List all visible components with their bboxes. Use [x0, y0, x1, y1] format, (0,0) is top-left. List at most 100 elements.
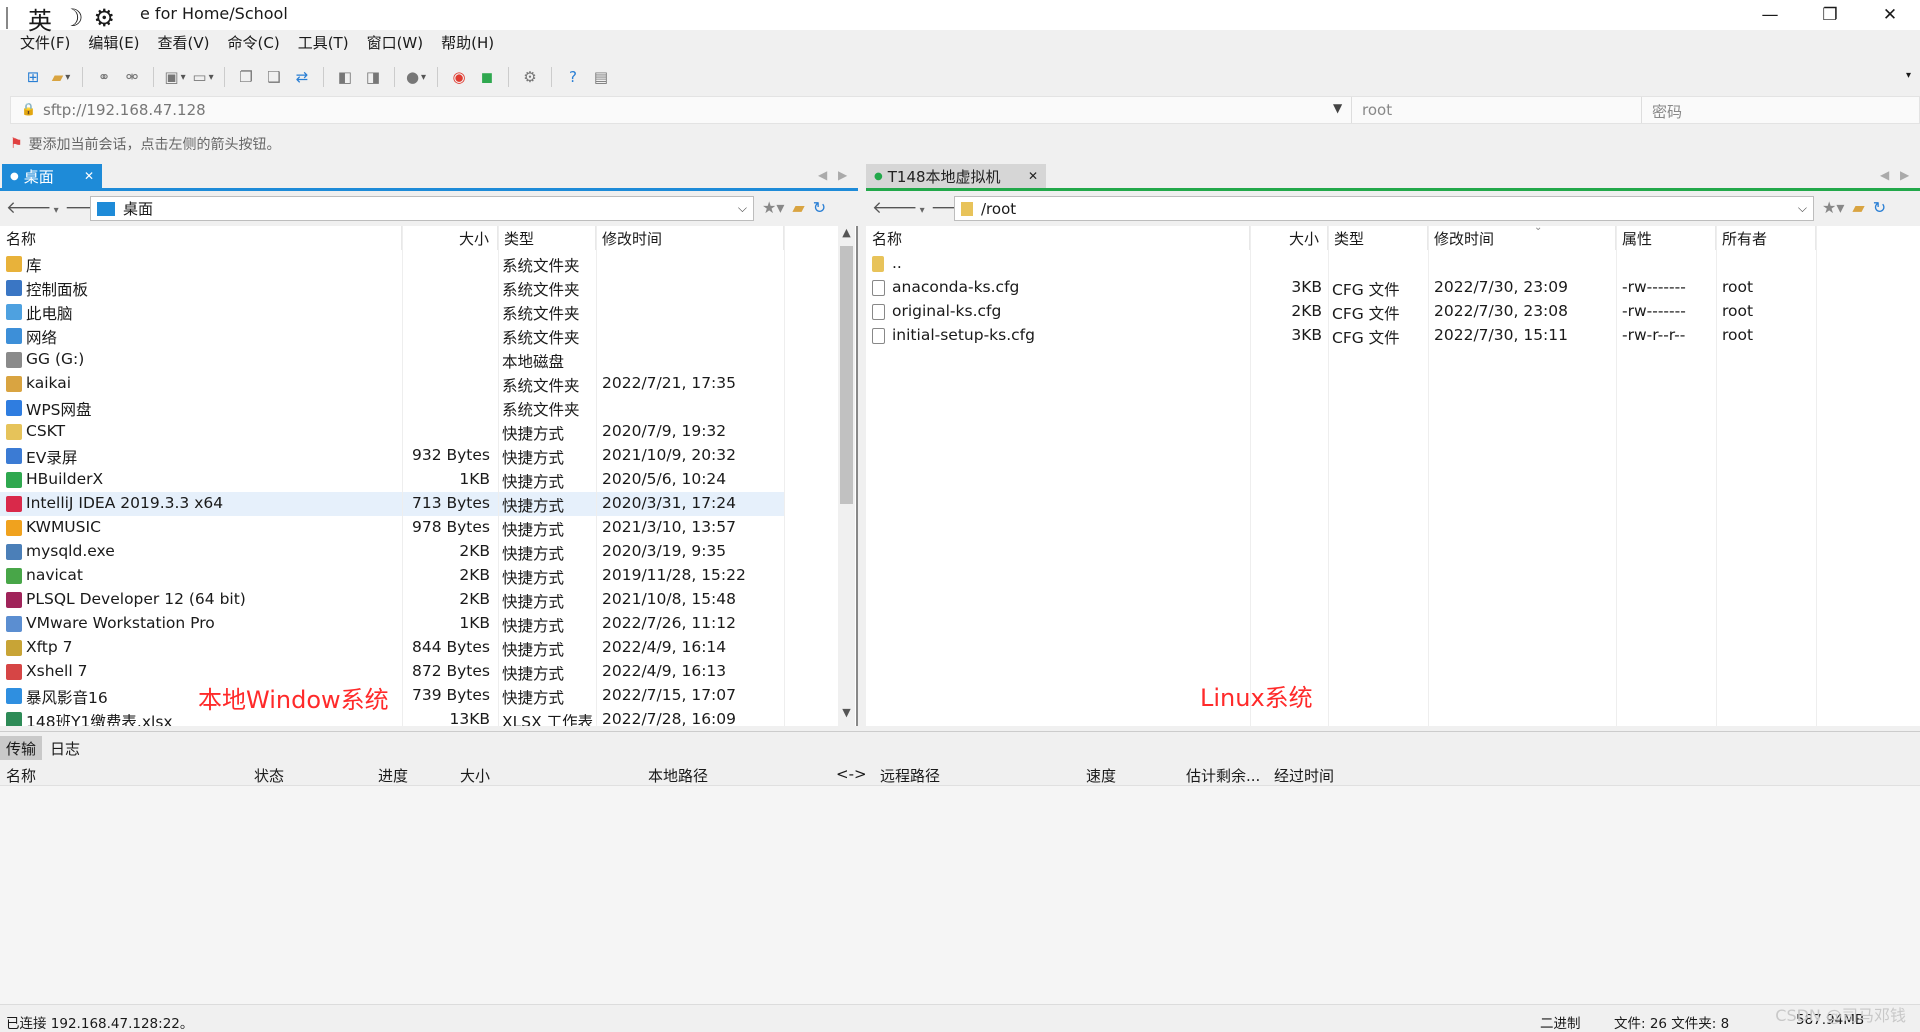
new-folder-icon[interactable]: ▰: [792, 198, 804, 217]
host-input[interactable]: sftp://192.168.47.128: [43, 101, 206, 119]
table-row[interactable]: original-ks.cfg 2KB CFG 文件 2022/7/30, 23:08…: [866, 300, 1816, 324]
table-row[interactable]: kaikai 系统文件夹 2022/7/21, 17:35: [0, 372, 784, 396]
table-row[interactable]: HBuilderX 1KB 快捷方式 2020/5/6, 10:24: [0, 468, 784, 492]
tab-log[interactable]: 日志: [44, 736, 86, 760]
back-icon[interactable]: 🡐 ▾: [872, 198, 925, 218]
transfer-mode[interactable]: 二进制: [1540, 1012, 1581, 1032]
col-t-remaining[interactable]: 估计剩余...: [1186, 765, 1260, 786]
tab-remote-vm[interactable]: ● T148本地虚拟机 ✕: [866, 164, 1046, 188]
col-attr[interactable]: 属性: [1616, 226, 1716, 250]
table-row[interactable]: EV录屏 932 Bytes 快捷方式 2021/10/9, 20:32: [0, 444, 784, 468]
col-t-remote-path[interactable]: 远程路径: [880, 765, 940, 786]
col-t-speed[interactable]: 速度: [1086, 765, 1116, 786]
gear-icon[interactable]: ⚙: [94, 4, 116, 32]
col-size[interactable]: 大小: [402, 226, 498, 250]
table-row[interactable]: KWMUSIC 978 Bytes 快捷方式 2021/3/10, 13:57: [0, 516, 784, 540]
table-row[interactable]: initial-setup-ks.cfg 3KB CFG 文件 2022/7/30, …: [866, 324, 1816, 348]
tab-scroll-right-icon[interactable]: ▶: [838, 168, 847, 182]
globe-icon[interactable]: ●: [405, 66, 427, 88]
col-type[interactable]: 类型: [498, 226, 596, 250]
favorite-star-icon[interactable]: ★▾: [762, 198, 784, 217]
col-mtime[interactable]: 修改时间: [1428, 226, 1616, 250]
col-t-local-path[interactable]: 本地路径: [648, 765, 708, 786]
new-folder-icon[interactable]: ▰: [1852, 198, 1864, 217]
toolbar-overflow-icon[interactable]: ▾: [1906, 70, 1911, 81]
table-row[interactable]: IntelliJ IDEA 2019.3.3 x64 713 Bytes 快捷方式 2…: [0, 492, 784, 516]
table-row[interactable]: 控制面板 系统文件夹: [0, 276, 784, 300]
copy-icon[interactable]: ❐: [235, 66, 257, 88]
close-button[interactable]: ✕: [1860, 0, 1920, 30]
col-t-status[interactable]: 状态: [254, 765, 284, 786]
col-t-size[interactable]: 大小: [460, 765, 490, 786]
col-t-progress[interactable]: 进度: [378, 765, 408, 786]
col-size[interactable]: 大小: [1250, 226, 1328, 250]
favorite-star-icon[interactable]: ★▾: [1822, 198, 1844, 217]
col-owner[interactable]: 所有者: [1716, 226, 1816, 250]
table-row[interactable]: anaconda-ks.cfg 3KB CFG 文件 2022/7/30, 23:09…: [866, 276, 1816, 300]
tab-scroll-left-icon[interactable]: ◀: [818, 168, 827, 182]
table-row[interactable]: 库 系统文件夹: [0, 252, 784, 276]
menu-window[interactable]: 窗口(W): [367, 32, 424, 56]
comment-icon[interactable]: ▤: [590, 66, 612, 88]
table-row[interactable]: PLSQL Developer 12 (64 bit) 2KB 快捷方式 2021/1…: [0, 588, 784, 612]
tab-local-desktop[interactable]: ● 桌面 ✕: [2, 164, 102, 188]
chevron-down-icon[interactable]: ▼: [1333, 101, 1342, 115]
menu-file[interactable]: 文件(F): [20, 32, 70, 56]
left-scrollbar[interactable]: ▲ ▼: [838, 226, 855, 726]
close-icon[interactable]: ✕: [1028, 169, 1038, 183]
new-window-icon[interactable]: ▣: [164, 66, 186, 88]
col-t-name[interactable]: 名称: [6, 765, 36, 786]
bookmark-icon[interactable]: ⚑: [10, 136, 23, 152]
xftp-icon[interactable]: ◼: [476, 66, 498, 88]
table-row[interactable]: CSKT 快捷方式 2020/7/9, 19:32: [0, 420, 784, 444]
paste-icon[interactable]: ❑: [263, 66, 285, 88]
table-row[interactable]: ..: [866, 252, 1816, 276]
back-icon[interactable]: 🡐 ▾: [6, 198, 59, 218]
table-row[interactable]: Xshell 7 872 Bytes 快捷方式 2022/4/9, 16:13: [0, 660, 784, 684]
chevron-down-icon[interactable]: ⌵: [738, 201, 747, 216]
open-folder-icon[interactable]: ▰: [50, 66, 72, 88]
new-session-icon[interactable]: ⊞: [22, 66, 44, 88]
disconnect-icon[interactable]: ⚮: [121, 66, 143, 88]
moon-icon[interactable]: ☽: [62, 4, 84, 32]
ime-language-button[interactable]: 英: [28, 1, 52, 36]
menu-help[interactable]: 帮助(H): [441, 32, 494, 56]
scroll-up-icon[interactable]: ▲: [838, 226, 855, 239]
tab-transfer[interactable]: 传输: [0, 736, 43, 760]
connect-icon[interactable]: ⚭: [93, 66, 115, 88]
tab-scroll-right-icon[interactable]: ▶: [1900, 168, 1909, 182]
compare-icon[interactable]: ◨: [362, 66, 384, 88]
scroll-down-icon[interactable]: ▼: [838, 706, 855, 719]
menu-view[interactable]: 查看(V): [158, 32, 210, 56]
menu-tools[interactable]: 工具(T): [298, 32, 349, 56]
refresh-icon[interactable]: ↻: [1873, 198, 1886, 217]
help-icon[interactable]: ?: [562, 66, 584, 88]
menu-edit[interactable]: 编辑(E): [88, 32, 139, 56]
left-path-input[interactable]: 桌面 ⌵: [90, 196, 754, 221]
right-path-input[interactable]: /root ⌵: [954, 196, 1814, 221]
refresh-icon[interactable]: ↻: [813, 198, 826, 217]
chevron-down-icon[interactable]: ⌵: [1798, 201, 1807, 216]
table-row[interactable]: 此电脑 系统文件夹: [0, 300, 784, 324]
table-row[interactable]: mysqld.exe 2KB 快捷方式 2020/3/19, 9:35: [0, 540, 784, 564]
close-icon[interactable]: ✕: [84, 169, 94, 183]
table-row[interactable]: Xftp 7 844 Bytes 快捷方式 2022/4/9, 16:14: [0, 636, 784, 660]
transfer-icon[interactable]: ⇄: [291, 66, 313, 88]
col-name[interactable]: 名称: [866, 226, 1250, 250]
tab-scroll-left-icon[interactable]: ◀: [1880, 168, 1889, 182]
table-row[interactable]: GG (G:) 本地磁盘: [0, 348, 784, 372]
table-row[interactable]: 148班Y1缴费表.xlsx 13KB XLSX 工作表 2022/7/28, 16:…: [0, 708, 784, 726]
minimize-button[interactable]: —: [1740, 0, 1800, 30]
maximize-button[interactable]: ❐: [1800, 0, 1860, 30]
table-row[interactable]: 暴风影音16 739 Bytes 快捷方式 2022/7/15, 17:07: [0, 684, 784, 708]
table-row[interactable]: WPS网盘 系统文件夹: [0, 396, 784, 420]
sync-icon[interactable]: ◧: [334, 66, 356, 88]
col-type[interactable]: 类型: [1328, 226, 1428, 250]
menu-command[interactable]: 命令(C): [228, 32, 280, 56]
scroll-thumb[interactable]: [840, 246, 853, 504]
col-t-elapsed[interactable]: 经过时间: [1274, 765, 1334, 786]
password-input[interactable]: 密码: [1641, 97, 1920, 123]
xshell-icon[interactable]: ◉: [448, 66, 470, 88]
table-row[interactable]: VMware Workstation Pro 1KB 快捷方式 2022/7/26, …: [0, 612, 784, 636]
table-row[interactable]: navicat 2KB 快捷方式 2019/11/28, 15:22: [0, 564, 784, 588]
